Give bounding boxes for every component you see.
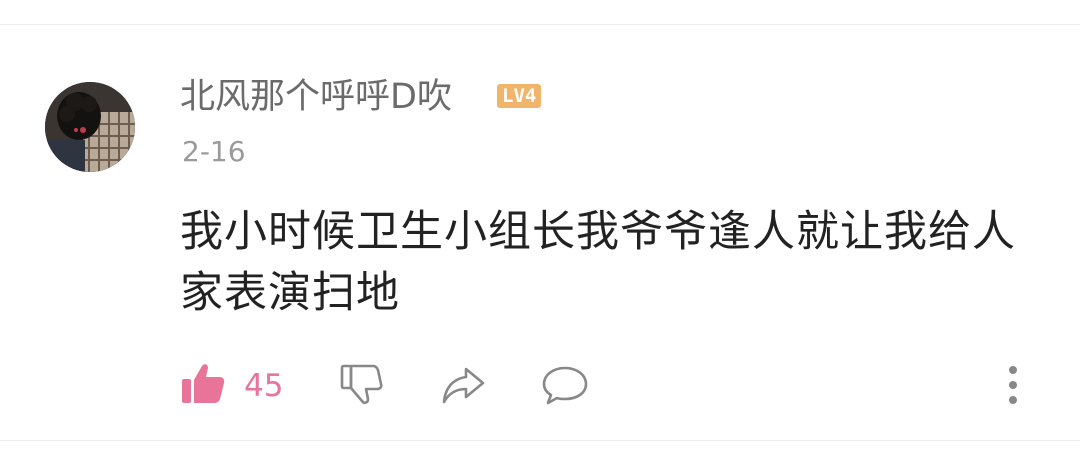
comment-bubble-icon	[540, 361, 590, 413]
username[interactable]: 北风那个呼呼D吹	[180, 76, 452, 118]
reply-button[interactable]	[540, 362, 590, 412]
comment-date: 2-16	[182, 135, 246, 168]
dislike-button[interactable]	[336, 362, 386, 412]
thumbs-up-icon	[178, 359, 228, 413]
comment-card: 北风那个呼呼D吹 LV4 2-16 我小时候卫生小组长我爷爷逢人就让我给人家表演…	[0, 0, 1080, 461]
share-button[interactable]	[438, 362, 488, 412]
avatar-image	[45, 82, 135, 172]
share-arrow-icon	[439, 361, 487, 413]
top-divider	[0, 24, 1080, 25]
more-vertical-icon	[1007, 363, 1019, 411]
like-count: 45	[244, 368, 284, 404]
more-button[interactable]	[990, 362, 1036, 412]
level-badge: LV4	[497, 84, 542, 108]
thumbs-down-icon	[337, 361, 385, 413]
bottom-divider	[0, 440, 1080, 441]
avatar[interactable]	[45, 82, 135, 172]
comment-text: 我小时候卫生小组长我爷爷逢人就让我给人家表演扫地	[180, 207, 1016, 318]
like-button[interactable]: 45	[178, 356, 283, 416]
action-bar: 45	[0, 356, 1080, 416]
